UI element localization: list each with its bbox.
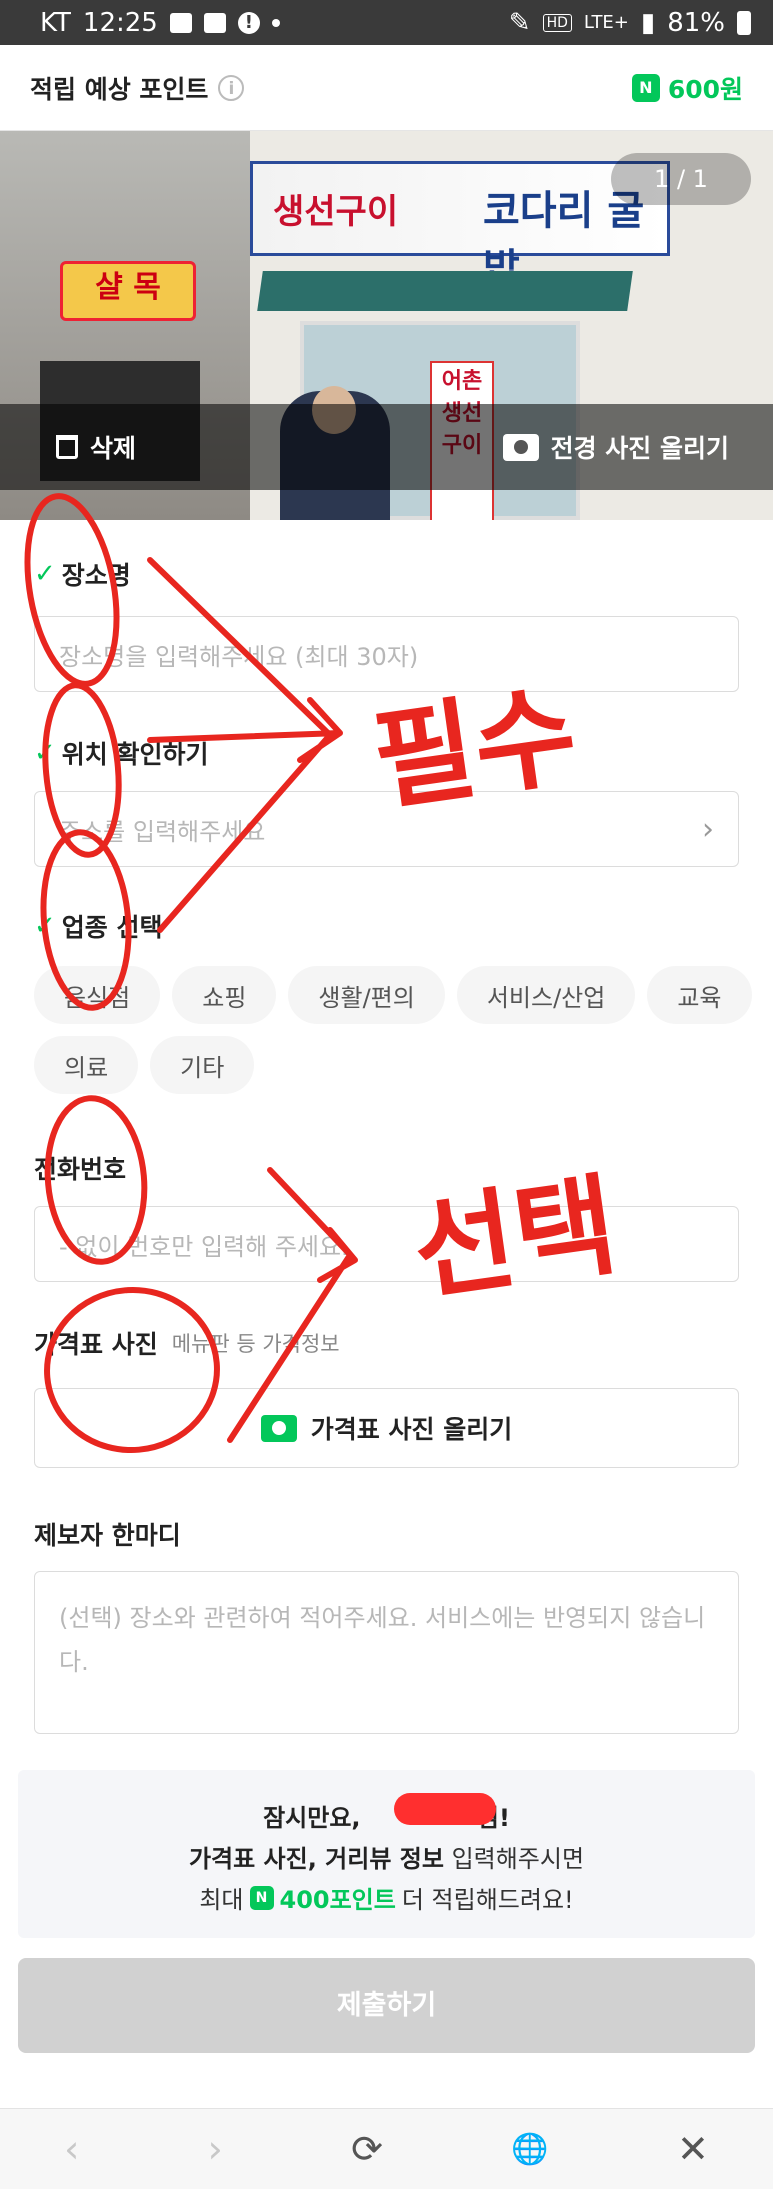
carrier-label: KT (40, 7, 71, 38)
address-placeholder: 주소를 입력해주세요 (59, 817, 266, 846)
upload-price-photo-label: 가격표 사진 올리기 (310, 1415, 513, 1444)
promo-points: 400포인트 (279, 1886, 396, 1914)
info-icon[interactable]: i (218, 74, 245, 101)
points-value: 600원 (667, 74, 743, 104)
promo-line-2: 가격표 사진, 거리뷰 정보 입력해주시면 (18, 1839, 755, 1874)
comment-placeholder: (선택) 장소와 관련하여 적어주세요. 서비스에는 반영되지 않습니다. (59, 1604, 706, 1676)
store-sign-text-1: 생선구이 (273, 192, 399, 232)
price-photo-label: 가격표 사진 메뉴판 등 가격정보 (34, 1325, 340, 1361)
alert-icon: ! (237, 11, 260, 34)
check-icon: ✓ (34, 738, 56, 768)
clock: 12:25 (82, 7, 158, 38)
category-chip-etc[interactable]: 기타 (150, 1036, 255, 1094)
category-label: ✓ 업종 선택 (34, 908, 163, 944)
place-name-input[interactable]: 장소명을 입력해주세요 (최대 30자) (34, 616, 739, 692)
address-input[interactable]: 주소를 입력해주세요 › (34, 791, 739, 867)
chevron-right-icon: › (702, 811, 714, 847)
place-name-label: ✓ 장소명 (34, 556, 131, 592)
photo-counter: 1 / 1 (611, 153, 751, 205)
close-icon[interactable]: ✕ (677, 2127, 709, 2171)
check-icon: ✓ (34, 911, 56, 941)
upload-price-photo-button[interactable]: 가격표 사진 올리기 (34, 1388, 739, 1468)
network-label: LTE+ (583, 12, 629, 33)
promo-banner: 잠시만요, 님! 가격표 사진, 거리뷰 정보 입력해주시면 최대 N 400포… (18, 1770, 755, 1938)
status-bar: KT 12:25 ! ✎ HD LTE+ ▮ 81% (0, 0, 773, 45)
neon-sign: 샬 목 (60, 261, 196, 321)
phone-label: 전화번호 (34, 1150, 126, 1186)
category-chip-shopping[interactable]: 쇼핑 (172, 966, 277, 1024)
category-chip-service[interactable]: 서비스/산업 (456, 966, 636, 1024)
trash-icon (56, 435, 78, 459)
battery-level: 81% (667, 7, 725, 38)
link-icon (203, 12, 226, 33)
category-chip-medical[interactable]: 의료 (34, 1036, 139, 1094)
promo-greeting: 잠시만요, (263, 1804, 361, 1832)
submit-button[interactable]: 제출하기 (18, 1958, 755, 2053)
phone-input[interactable]: - 없이 번호만 입력해 주세요. (34, 1206, 739, 1282)
page-title: 적립 예상 포인트 (30, 74, 209, 104)
category-label-text: 업종 선택 (61, 913, 163, 942)
phone-placeholder: - 없이 번호만 입력해 주세요. (59, 1232, 349, 1261)
naver-point-icon: N (249, 1885, 274, 1910)
globe-icon[interactable]: 🌐 (511, 2132, 548, 2167)
store-sign: 생선구이 코다리 굴밥 (250, 161, 670, 292)
expected-points: N 600원 (631, 70, 743, 106)
check-icon: ✓ (34, 559, 56, 589)
redaction-mark (394, 1793, 496, 1825)
delete-photo-label: 삭제 (90, 434, 137, 463)
back-icon[interactable]: ‹ (64, 2127, 79, 2171)
camera-icon (502, 433, 539, 461)
delete-photo-button[interactable]: 삭제 (56, 429, 136, 465)
promo-line-3: 최대 N 400포인트 더 적립해드려요! (18, 1880, 755, 1915)
comment-label-text: 제보자 한마디 (34, 1521, 181, 1550)
phone-label-text: 전화번호 (34, 1155, 127, 1184)
more-dot-icon (271, 18, 280, 27)
location-label-text: 위치 확인하기 (61, 740, 209, 769)
photo-action-bar: 삭제 전경 사진 올리기 (0, 404, 773, 490)
pen-icon: ✎ (508, 7, 531, 38)
storefront-photo: 샬 목 생선구이 코다리 굴밥 어촌 생선구이 1 / 1 삭제 전경 사진 올… (0, 131, 773, 520)
promo-line-1: 잠시만요, 님! (18, 1798, 755, 1833)
comment-textarea[interactable]: (선택) 장소와 관련하여 적어주세요. 서비스에는 반영되지 않습니다. (34, 1571, 739, 1734)
category-chips: 음식점 쇼핑 생활/편의 서비스/산업 교육 의료 기타 (34, 966, 754, 1094)
naver-point-icon: N (631, 73, 660, 102)
promo-line-3-rest: 더 적립해드려요! (401, 1886, 574, 1914)
gallery-icon (169, 12, 192, 33)
camera-icon (260, 1414, 297, 1442)
header-title: 적립 예상 포인트 i (30, 70, 245, 106)
price-photo-sublabel: 메뉴판 등 가격정보 (171, 1332, 340, 1356)
browser-bottom-nav: ‹ › ⟳ 🌐 ✕ (0, 2108, 773, 2189)
promo-highlight: 가격표 사진, 거리뷰 정보 (188, 1845, 444, 1873)
category-chip-food[interactable]: 음식점 (34, 966, 161, 1024)
refresh-icon[interactable]: ⟳ (351, 2127, 383, 2171)
signal-icon: ▮ (640, 7, 656, 38)
comment-label: 제보자 한마디 (34, 1516, 181, 1552)
awning (257, 271, 633, 311)
battery-icon (737, 10, 751, 35)
place-name-placeholder: 장소명을 입력해주세요 (최대 30자) (59, 642, 419, 671)
upload-storefront-label: 전경 사진 올리기 (550, 434, 729, 463)
category-chip-living[interactable]: 생활/편의 (288, 966, 445, 1024)
hd-icon: HD (542, 13, 572, 32)
upload-storefront-button[interactable]: 전경 사진 올리기 (502, 429, 729, 465)
forward-icon[interactable]: › (208, 2127, 223, 2171)
promo-line-2-rest: 입력해주시면 (443, 1845, 585, 1873)
promo-max-label: 최대 (199, 1886, 244, 1914)
category-chip-education[interactable]: 교육 (647, 966, 752, 1024)
location-label: ✓ 위치 확인하기 (34, 735, 209, 771)
place-name-label-text: 장소명 (61, 561, 131, 590)
price-photo-label-text: 가격표 사진 (34, 1330, 158, 1359)
header: 적립 예상 포인트 i N 600원 (0, 45, 773, 131)
